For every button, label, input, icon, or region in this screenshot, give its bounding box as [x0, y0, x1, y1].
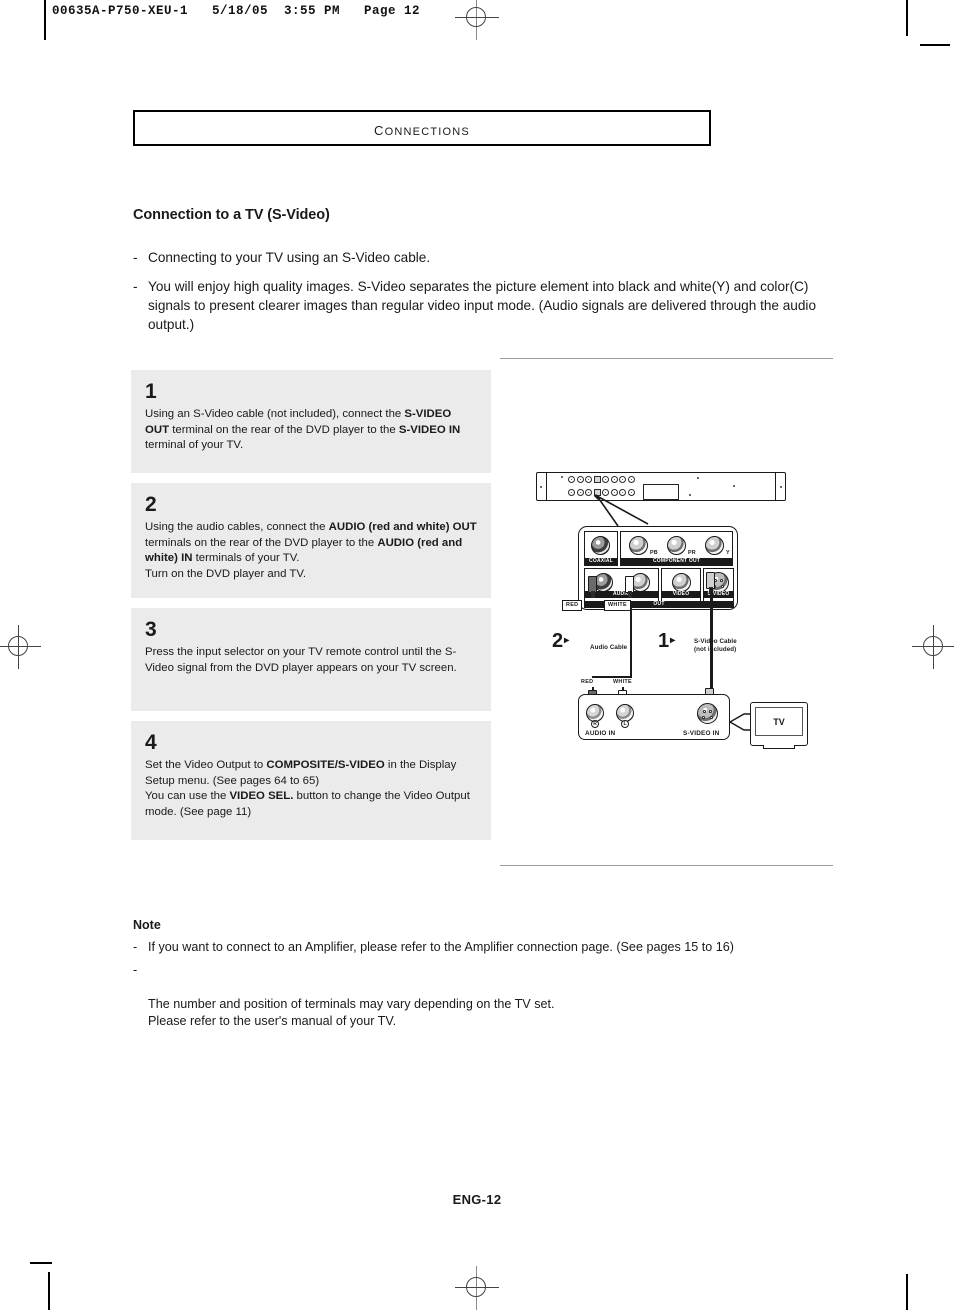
tv-label: TV [755, 707, 803, 736]
tv-red-cable-label: RED [578, 678, 597, 687]
note-bullet-text: If you want to connect to an Amplifier, … [148, 940, 734, 954]
list-item: - If you want to connect to an Amplifier… [133, 939, 833, 956]
intro-bullet-list: - Connecting to your TV using an S-Video… [133, 248, 833, 344]
audio-red-plug-dvd [588, 576, 597, 598]
marker-arrow-icon: ▸ [564, 635, 570, 646]
tv-audio-left-mark: L [621, 720, 629, 728]
tv-svideo-jack-icon [697, 703, 718, 724]
list-item: - The number and position of terminals m… [133, 962, 833, 1030]
list-item: - Connecting to your TV using an S-Video… [133, 248, 833, 267]
list-item: - You will enjoy high quality images. S-… [133, 277, 833, 334]
step-number: 1 [145, 380, 157, 403]
intro-bullet-text: You will enjoy high quality images. S-Vi… [148, 279, 817, 332]
step-text: Using the audio cables, connect the AUDI… [145, 521, 477, 580]
component-y-label: Y [726, 550, 730, 556]
step-list: 1 Using an S-Video cable (not included),… [131, 370, 491, 850]
component-out-label: COMPONENT OUT [621, 558, 732, 565]
tv-set-icon: TV [750, 702, 808, 749]
coaxial-label: COAXIAL [585, 558, 617, 565]
figure-step-marker-2: 2▸ [552, 630, 570, 652]
note-bullet-text: The number and position of terminals may… [148, 997, 555, 1028]
bullet-dash-icon: - [133, 940, 138, 954]
tv-audio-right-mark: R [591, 720, 599, 728]
marker-arrow-icon: ▸ [670, 635, 676, 646]
note-section: Note - If you want to connect to an Ampl… [133, 918, 833, 1036]
page-footer: ENG-12 [452, 1192, 502, 1207]
video-label: VIDEO [662, 591, 700, 598]
panel-end-left [537, 473, 547, 500]
tv-svideo-in-label: S-VIDEO IN [683, 730, 720, 737]
dvd-terminal-panel: COAXIAL PB PR Y COMPONENT OUT AUDIO VIDE… [578, 526, 738, 610]
tv-input-panel: R L AUDIO IN S-VIDEO IN [578, 694, 730, 740]
tv-stand [763, 745, 795, 749]
coaxial-cell: COAXIAL [584, 531, 618, 566]
bullet-dash-icon: - [133, 963, 138, 977]
svideo-plug-dvd [706, 572, 715, 594]
component-pr-jack-icon [667, 536, 686, 555]
step-number: 3 [145, 618, 157, 641]
svideo-cable-name: S-Video Cable (not included) [694, 638, 737, 653]
step-text: Set the Video Output to COMPOSITE/S-VIDE… [145, 759, 470, 818]
component-out-cell: PB PR Y COMPONENT OUT [620, 531, 733, 566]
dvd-red-cable-label: RED [562, 600, 583, 611]
component-pb-label: PB [650, 550, 658, 556]
bullet-dash-icon: - [133, 250, 138, 265]
video-jack-icon [672, 573, 691, 592]
step-box-4: 4 Set the Video Output to COMPOSITE/S-VI… [131, 721, 491, 840]
figure-step-marker-1: 1▸ [658, 630, 676, 652]
step-box-3: 3 Press the input selector on your TV re… [131, 608, 491, 711]
step-text: Press the input selector on your TV remo… [145, 646, 457, 674]
tv-audio-in-label: AUDIO IN [585, 730, 616, 737]
note-heading: Note [133, 918, 161, 932]
component-pb-jack-icon [629, 536, 648, 555]
rear-scart-outline [643, 484, 679, 500]
audio-cable-name: Audio Cable [590, 644, 628, 651]
tv-white-cable-label: WHITE [610, 678, 635, 687]
audio-white-plug-dvd [625, 576, 634, 598]
component-pr-label: PR [688, 550, 696, 556]
step-box-1: 1 Using an S-Video cable (not included),… [131, 370, 491, 473]
manual-page: Connections Connection to a TV (S-Video)… [0, 0, 954, 1310]
rear-jack-row-bottom [568, 489, 635, 496]
dvd-rear-panel [536, 472, 786, 501]
audio-cable-run [630, 608, 633, 678]
step-text: Using an S-Video cable (not included), c… [145, 408, 461, 451]
callout-lines [593, 493, 649, 527]
step-number: 2 [145, 493, 157, 516]
page-title: Connection to a TV (S-Video) [133, 207, 330, 223]
chapter-title: Connections [374, 119, 470, 140]
tv-leader-line [729, 713, 750, 731]
rear-jack-row-top [568, 476, 635, 483]
coaxial-jack-icon [591, 536, 610, 555]
step-box-2: 2 Using the audio cables, connect the AU… [131, 483, 491, 598]
dvd-white-cable-label: WHITE [604, 600, 631, 611]
bullet-dash-icon: - [133, 279, 138, 294]
component-y-jack-icon [705, 536, 724, 555]
connection-diagram: COAXIAL PB PR Y COMPONENT OUT AUDIO VIDE… [500, 358, 833, 866]
step-number: 4 [145, 731, 157, 754]
intro-bullet-text: Connecting to your TV using an S-Video c… [148, 250, 431, 265]
chapter-heading-box: Connections [133, 110, 711, 146]
